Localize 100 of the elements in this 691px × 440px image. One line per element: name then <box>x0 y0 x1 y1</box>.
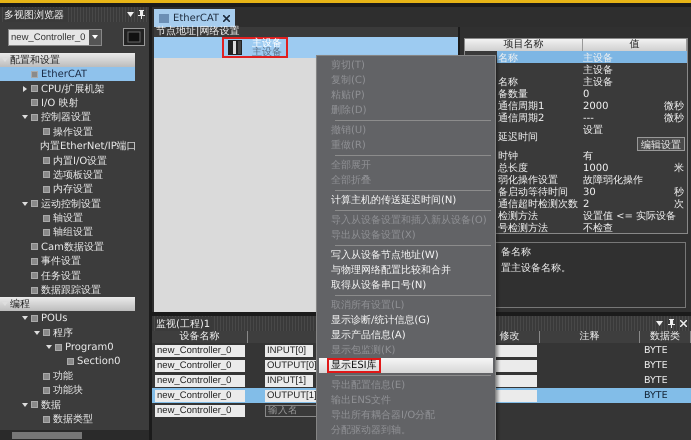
tree-section-header[interactable]: 编程 <box>0 297 135 312</box>
property-value: 1000 <box>583 162 610 174</box>
property-value: 30 <box>583 186 597 198</box>
tree-item[interactable]: 内置I/O设置 <box>0 153 135 168</box>
node-icon <box>31 114 38 121</box>
property-value: 2000 <box>583 100 610 112</box>
tree-item[interactable]: 内存设置 <box>0 182 135 197</box>
tree-item[interactable]: POUs <box>0 311 135 326</box>
editor-tab[interactable]: EtherCAT <box>154 9 235 27</box>
property-value: 设置值 <= 实际设备 <box>583 210 678 222</box>
node-icon <box>43 386 50 394</box>
tree-item[interactable]: 内置EtherNet/IP端口 <box>0 138 135 154</box>
tree-item[interactable]: Program0 <box>0 340 135 354</box>
tree-item[interactable]: Cam数据设置 <box>0 240 135 254</box>
tree-section-header[interactable]: 配置和设置 <box>0 53 135 67</box>
property-row[interactable]: 名称 主设备 <box>497 75 687 87</box>
controller-icon[interactable] <box>123 28 145 46</box>
property-unit: 次 <box>674 198 685 211</box>
tree-item[interactable]: 选项板设置 <box>0 168 135 182</box>
property-row[interactable]: 通信周期2 --- 微秒 <box>497 111 687 123</box>
canvas-header: 节点地址|网络设置 <box>154 27 458 37</box>
menu-item[interactable]: 计算主机的传送延迟时间(N) <box>319 193 493 208</box>
device-cell: new_Controller_0 <box>155 404 245 416</box>
node-icon <box>31 286 38 294</box>
name-cell: OUTPUT[0] <box>265 360 317 372</box>
tree-item[interactable]: 程序 <box>0 326 135 340</box>
controller-select[interactable]: new_Controller_0 <box>8 28 102 46</box>
property-name: 号检测方法 <box>497 222 549 235</box>
type-cell: BYTE <box>640 388 691 403</box>
panel-title: 多视图浏览器 <box>4 8 67 22</box>
property-name: 通信周期2 <box>497 112 546 125</box>
tree-item[interactable]: 轴组设置 <box>0 225 135 240</box>
device-cell: new_Controller_0 <box>155 344 245 356</box>
property-row[interactable]: 延迟时间 设置 编辑设置 <box>497 123 687 149</box>
menu-item[interactable]: 与物理网络配置比较和合并 <box>319 263 493 278</box>
node-icon <box>31 85 38 92</box>
close-icon[interactable] <box>223 14 230 22</box>
expanded-caret-icon[interactable] <box>22 200 28 207</box>
menu-item[interactable]: 显示ESI库 <box>319 358 493 373</box>
dropdown-icon[interactable] <box>127 12 134 17</box>
property-name: 延迟时间 <box>497 130 539 144</box>
tree-item[interactable]: 数据 <box>0 398 135 412</box>
edit-settings-button[interactable]: 编辑设置 <box>637 137 685 151</box>
property-name: 时钟 <box>497 150 519 162</box>
caret-icon <box>92 35 98 39</box>
expanded-caret-icon[interactable] <box>22 114 28 120</box>
property-row[interactable]: 号检测方法 不检查 <box>497 221 687 233</box>
expanded-caret-icon[interactable] <box>22 402 28 408</box>
expanded-caret-icon[interactable] <box>22 315 28 322</box>
tree-item[interactable]: 功能 <box>0 368 135 384</box>
tree-item[interactable]: 功能块 <box>0 383 135 398</box>
property-value: 有 <box>583 150 594 163</box>
menu-item[interactable]: 显示诊断/统计信息(G) <box>319 313 493 328</box>
property-row[interactable]: 备数量 0 <box>497 87 687 99</box>
dropdown-icon[interactable] <box>656 321 663 326</box>
property-name: 备数量 <box>497 88 529 100</box>
pin-icon[interactable] <box>668 319 675 328</box>
tree-item[interactable]: EtherCAT <box>0 67 135 82</box>
tree-item[interactable]: CPU/扩展机架 <box>0 81 135 96</box>
node-icon <box>31 70 38 78</box>
menu-item[interactable]: 写入从设备节点地址(W) <box>319 248 493 263</box>
device-name: 主设备 <box>252 38 282 48</box>
property-row[interactable]: 通信周期1 2000 微秒 <box>497 99 687 111</box>
node-icon <box>31 243 38 250</box>
property-row[interactable]: 时钟 有 <box>497 149 687 161</box>
property-value: 主设备 <box>583 76 614 89</box>
property-unit: 秒 <box>674 186 685 199</box>
tree-item[interactable]: 操作设置 <box>0 124 135 139</box>
expanded-caret-icon[interactable] <box>46 344 52 350</box>
tree-item[interactable]: I/O 映射 <box>0 96 135 110</box>
node-icon <box>31 314 38 322</box>
node-icon <box>67 358 74 366</box>
property-value: 设置 <box>583 124 604 137</box>
node-icon <box>43 214 50 222</box>
tree-item[interactable]: 运动控制设置 <box>0 196 135 211</box>
device-model: 主设备 <box>252 48 282 56</box>
tree-item[interactable]: 事件设置 <box>0 254 135 268</box>
property-row[interactable]: 总长度 1000 米 <box>497 161 687 173</box>
type-cell-text: BYTE <box>643 374 669 388</box>
plc-icon <box>228 40 242 55</box>
scrollbar-thumb[interactable] <box>12 432 82 438</box>
menu-item[interactable]: 取得从设备串口号(N) <box>319 278 493 293</box>
tree-item[interactable]: 数据类型 <box>0 412 135 426</box>
property-row[interactable]: 弱化操作设置 故障弱化操作 <box>497 173 687 185</box>
tree-item[interactable]: 控制器设置 <box>0 110 135 125</box>
property-row[interactable]: 检测方法 设置值 <= 实际设备 <box>497 209 687 221</box>
tree-item[interactable]: 轴设置 <box>0 210 135 226</box>
property-row[interactable]: 备启动等待时间 30 秒 <box>497 185 687 197</box>
tree-item[interactable]: 数据跟踪设置 <box>0 282 135 298</box>
expanded-caret-icon[interactable] <box>34 330 40 336</box>
tree-item[interactable]: 任务设置 <box>0 268 135 283</box>
pin-icon[interactable] <box>138 10 145 19</box>
collapsed-caret-icon[interactable] <box>22 86 28 92</box>
node-icon <box>43 416 50 423</box>
property-row[interactable]: 通信超时检测次数 2 次 <box>497 197 687 209</box>
property-name: 名称 <box>497 52 519 65</box>
property-row[interactable]: 主设备 <box>497 63 687 75</box>
property-unit: 微秒 <box>664 100 685 112</box>
description-title: 备名称 <box>501 246 532 259</box>
tree-item[interactable]: Section0 <box>0 354 135 369</box>
